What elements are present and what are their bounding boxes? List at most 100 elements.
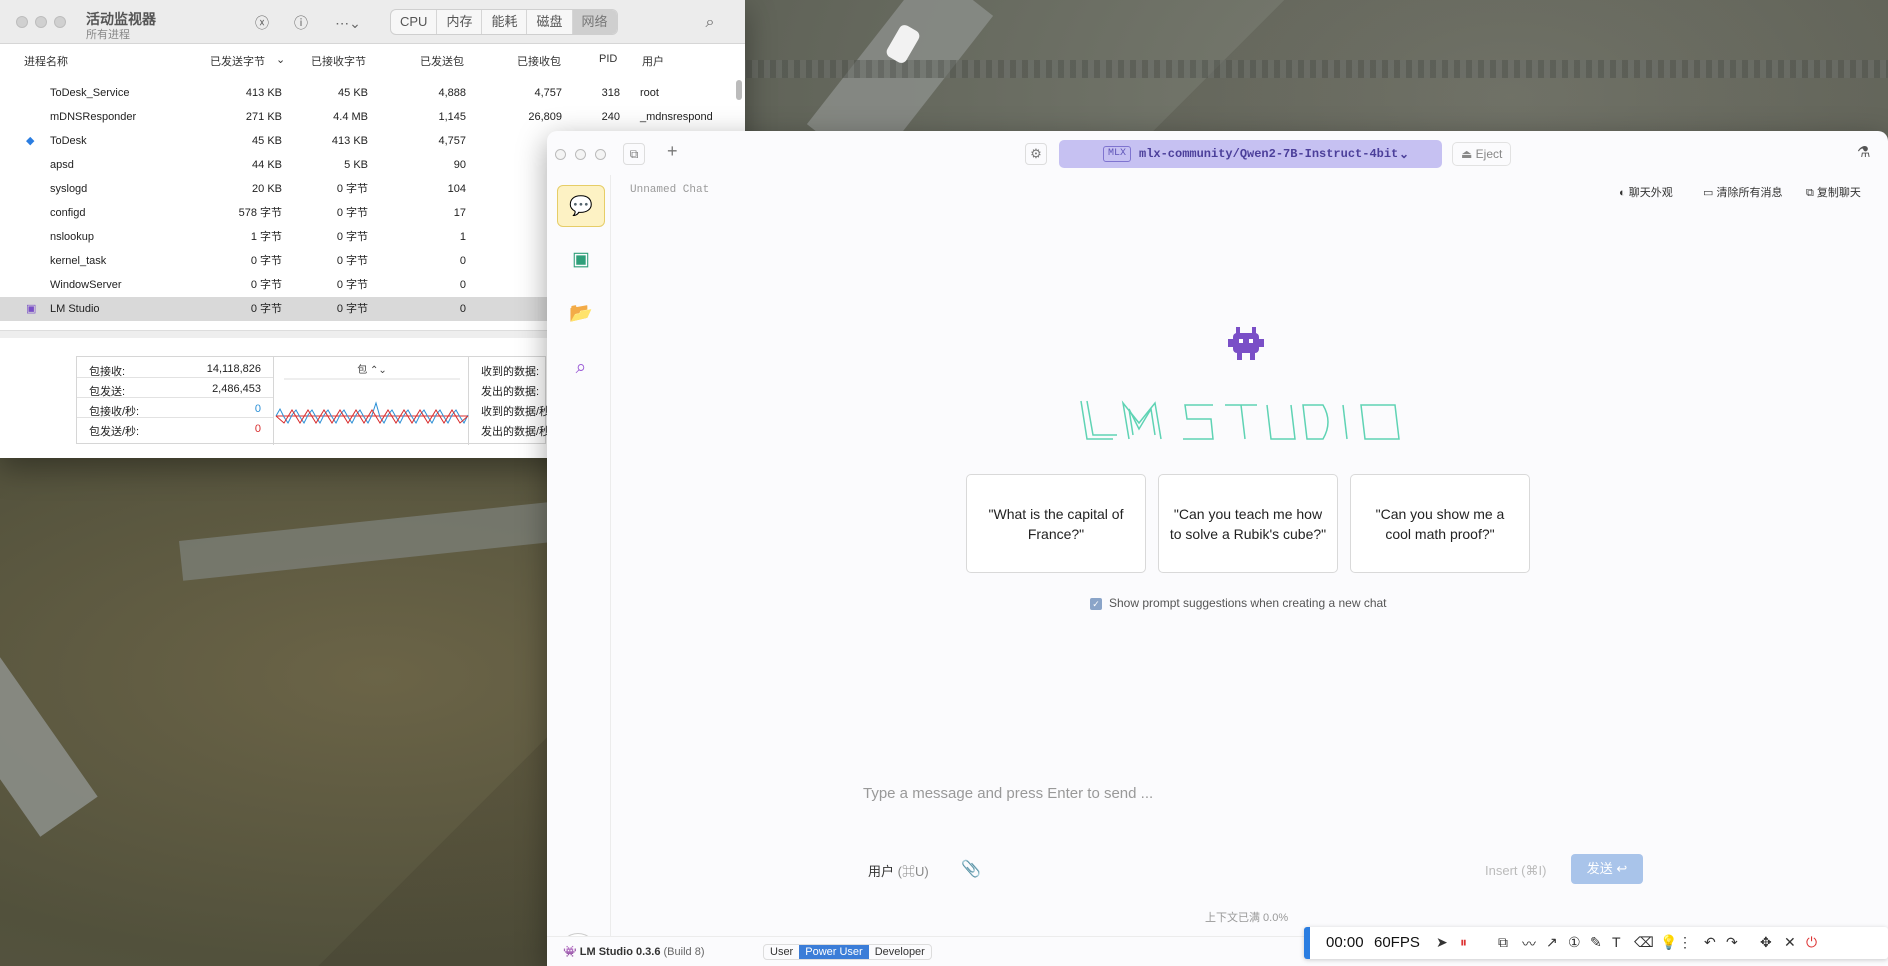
chevron-down-icon: ⌄ — [1399, 147, 1410, 161]
tab-energy[interactable]: 能耗 — [482, 10, 528, 34]
zoom-window-button[interactable] — [595, 149, 606, 160]
redo-icon[interactable]: ↷ — [1726, 934, 1738, 951]
stop-process-icon[interactable]: ⓧ — [252, 13, 272, 33]
shapes-icon[interactable]: ⧉ — [1498, 934, 1508, 951]
lm-studio-window: ⧉ + ⚙ MLX mlx-community/Qwen2-7B-Instruc… — [547, 131, 1888, 966]
eraser-icon[interactable]: ⌫ — [1634, 934, 1654, 951]
info-icon[interactable]: ⓘ — [291, 13, 311, 33]
column-sent-bytes[interactable]: 已发送字节 — [210, 53, 265, 69]
developer-terminal-icon[interactable]: ▣ — [557, 239, 605, 281]
minimize-window-button[interactable] — [35, 16, 47, 28]
chat-appearance-label: 聊天外观 — [1628, 187, 1673, 199]
close-window-button[interactable] — [16, 16, 28, 28]
arrow-icon[interactable]: ↗ — [1546, 934, 1558, 951]
cell-pid: 240 — [601, 111, 620, 123]
tab-network[interactable]: 网络 — [572, 10, 617, 34]
eject-button[interactable]: ⏏ Eject — [1452, 142, 1512, 166]
message-input[interactable]: Type a message and press Enter to send .… — [863, 785, 1153, 802]
insert-label: Insert — [1485, 863, 1518, 878]
cell-sent-bytes: 578 字节 — [238, 207, 282, 219]
send-button[interactable]: 发送 ↩ — [1571, 854, 1643, 884]
cell-recv-bytes: 4.4 MB — [333, 111, 368, 123]
minimize-window-button[interactable] — [575, 149, 586, 160]
cell-sent-bytes: 0 字节 — [250, 255, 282, 267]
context-usage: 上下文已满 0.0% — [1205, 912, 1289, 924]
cell-sent-pkts: 1,145 — [438, 111, 466, 123]
number-icon[interactable]: ① — [1568, 934, 1581, 951]
path-icon[interactable]: 〰 — [1522, 934, 1536, 954]
more-actions-icon[interactable]: ⋯⌄ — [330, 13, 366, 33]
table-row[interactable]: ToDesk_Service 413 KB 45 KB 4,888 4,757 318 ro… — [0, 81, 745, 105]
highlight-icon[interactable]: 💡 — [1660, 934, 1677, 951]
suggestion-card-1[interactable]: "What is the capital of France?" — [966, 474, 1146, 573]
column-recv-bytes[interactable]: 已接收字节 — [311, 53, 366, 69]
chat-appearance-button[interactable]: ◐ 聊天外观 — [1619, 184, 1673, 200]
clear-messages-button[interactable]: ▭ 清除所有消息 — [1703, 184, 1782, 200]
cell-sent-bytes: 45 KB — [252, 135, 282, 147]
cell-sent-pkts: 0 — [459, 303, 466, 315]
search-icon[interactable]: ⌕ — [700, 13, 720, 33]
paperclip-icon[interactable]: 📎 — [961, 859, 981, 879]
column-user[interactable]: 用户 — [642, 53, 664, 69]
toggle-sidebar-icon[interactable]: ⧉ — [623, 143, 645, 165]
pen-icon[interactable]: ✎ — [1590, 934, 1602, 951]
role-selector[interactable]: 用户 (⌘U) — [868, 861, 929, 880]
cell-recv-pkts: 4,757 — [534, 87, 562, 99]
cell-sent-pkts: 0 — [459, 255, 466, 267]
undo-icon[interactable]: ↶ — [1704, 934, 1716, 951]
packets-out-per-sec-value: 0 — [254, 423, 261, 435]
mode-developer[interactable]: Developer — [869, 945, 931, 959]
packets-graph: 包 ⌃⌄ — [273, 357, 469, 445]
palette-icon: ◐ — [1619, 187, 1626, 199]
chat-title[interactable]: Unnamed Chat — [630, 184, 709, 196]
copy-chat-button[interactable]: ⧉ 复制聊天 — [1806, 184, 1861, 200]
new-chat-icon[interactable]: + — [667, 141, 678, 162]
flask-icon[interactable]: ⚗ — [1857, 143, 1870, 161]
enter-key-icon: ↩ — [1616, 861, 1628, 876]
recording-time: 00:00 — [1326, 934, 1364, 951]
search-icon[interactable]: ⌕ — [557, 347, 605, 389]
scrollbar[interactable] — [736, 80, 742, 100]
cell-name: WindowServer — [50, 279, 122, 291]
cell-sent-pkts: 4,757 — [438, 135, 466, 147]
cursor-icon[interactable]: ➤ — [1436, 934, 1448, 951]
show-suggestions-checkbox[interactable]: ✓ — [1090, 598, 1102, 610]
column-process-name[interactable]: 进程名称 — [24, 53, 68, 69]
suggestion-card-2[interactable]: "Can you teach me how to solve a Rubik's… — [1158, 474, 1338, 573]
move-icon[interactable]: ✥ — [1760, 934, 1772, 951]
packets-in-value: 14,118,826 — [206, 363, 261, 375]
cell-user: _mdnsrespond — [640, 111, 713, 123]
suggestion-card-3[interactable]: "Can you show me a cool math proof?" — [1350, 474, 1530, 573]
column-sent-packets[interactable]: 已发送包 — [420, 53, 464, 69]
stop-recording-icon[interactable]: ⏻ — [1806, 934, 1817, 951]
tab-disk[interactable]: 磁盘 — [527, 10, 573, 34]
column-pid[interactable]: PID — [599, 53, 617, 65]
close-window-button[interactable] — [555, 149, 566, 160]
close-icon[interactable]: ✕ — [1784, 934, 1796, 951]
cell-sent-bytes: 20 KB — [252, 183, 282, 195]
cell-sent-bytes: 1 字节 — [250, 231, 282, 243]
tab-cpu[interactable]: CPU — [391, 10, 438, 34]
role-label: 用户 — [868, 864, 895, 879]
text-icon[interactable]: T — [1612, 934, 1621, 950]
mode-user[interactable]: User — [764, 945, 799, 959]
chat-nav-icon[interactable]: 💬 — [557, 185, 605, 227]
cell-name: nslookup — [50, 231, 95, 243]
tab-memory[interactable]: 内存 — [437, 10, 483, 34]
cell-sent-bytes: 413 KB — [245, 87, 282, 99]
model-selector[interactable]: MLX mlx-community/Qwen2-7B-Instruct-4bit… — [1059, 140, 1442, 168]
zoom-window-button[interactable] — [54, 16, 66, 28]
more-options-icon[interactable]: ⋮ — [1678, 934, 1692, 951]
insert-button[interactable]: Insert (⌘I) — [1485, 863, 1546, 879]
table-row[interactable]: mDNSResponder 271 KB 4.4 MB 1,145 26,809 240 _… — [0, 105, 745, 129]
data-sent-per-sec-label: 发出的数据/秒 — [481, 426, 551, 438]
pause-icon[interactable]: ⏸ — [1460, 934, 1467, 951]
clear-icon: ▭ — [1703, 187, 1714, 199]
recording-fps: 60FPS — [1374, 934, 1420, 951]
settings-gear-icon[interactable]: ⚙ — [1025, 143, 1047, 165]
folder-icon[interactable]: 📂 — [557, 293, 605, 335]
cell-sent-pkts: 1 — [459, 231, 466, 243]
packets-out-per-sec-label: 包发送/秒: — [89, 426, 140, 438]
mode-power-user[interactable]: Power User — [799, 945, 869, 959]
column-recv-packets[interactable]: 已接收包 — [517, 53, 561, 69]
